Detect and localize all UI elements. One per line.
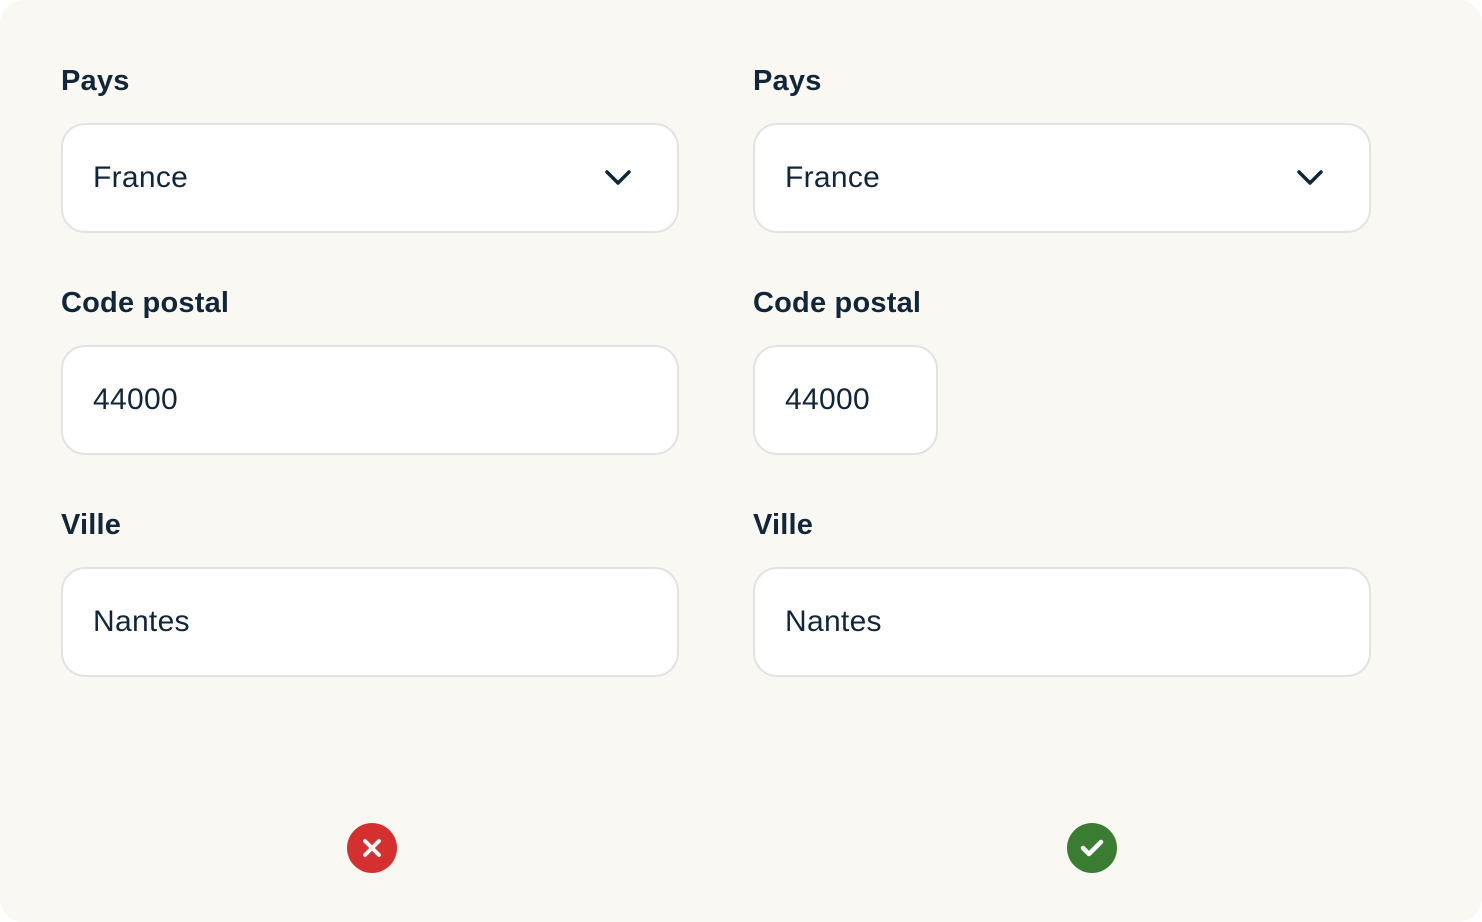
postal-code-input[interactable]: 44000 [61, 345, 679, 455]
country-label: Pays [61, 65, 130, 97]
postal-code-value: 44000 [785, 383, 870, 416]
chevron-down-icon [603, 163, 633, 193]
country-select[interactable]: France [753, 123, 1371, 233]
check-icon [1067, 823, 1117, 873]
chevron-down-icon [1295, 163, 1325, 193]
country-value: France [93, 161, 189, 194]
comparison-card: Pays France Code postal 44000 Ville Nant… [0, 0, 1482, 922]
country-select[interactable]: France [61, 123, 679, 233]
postal-code-label: Code postal [61, 287, 230, 319]
close-icon [347, 823, 397, 873]
postal-code-label: Code postal [753, 287, 922, 319]
city-input[interactable]: Nantes [61, 567, 679, 677]
postal-code-value: 44000 [93, 383, 178, 416]
city-label: Ville [61, 509, 122, 541]
city-input[interactable]: Nantes [753, 567, 1371, 677]
city-value: Nantes [93, 605, 190, 638]
city-value: Nantes [785, 605, 882, 638]
city-label: Ville [753, 509, 814, 541]
country-label: Pays [753, 65, 822, 97]
postal-code-input[interactable]: 44000 [753, 345, 938, 455]
country-value: France [785, 161, 881, 194]
